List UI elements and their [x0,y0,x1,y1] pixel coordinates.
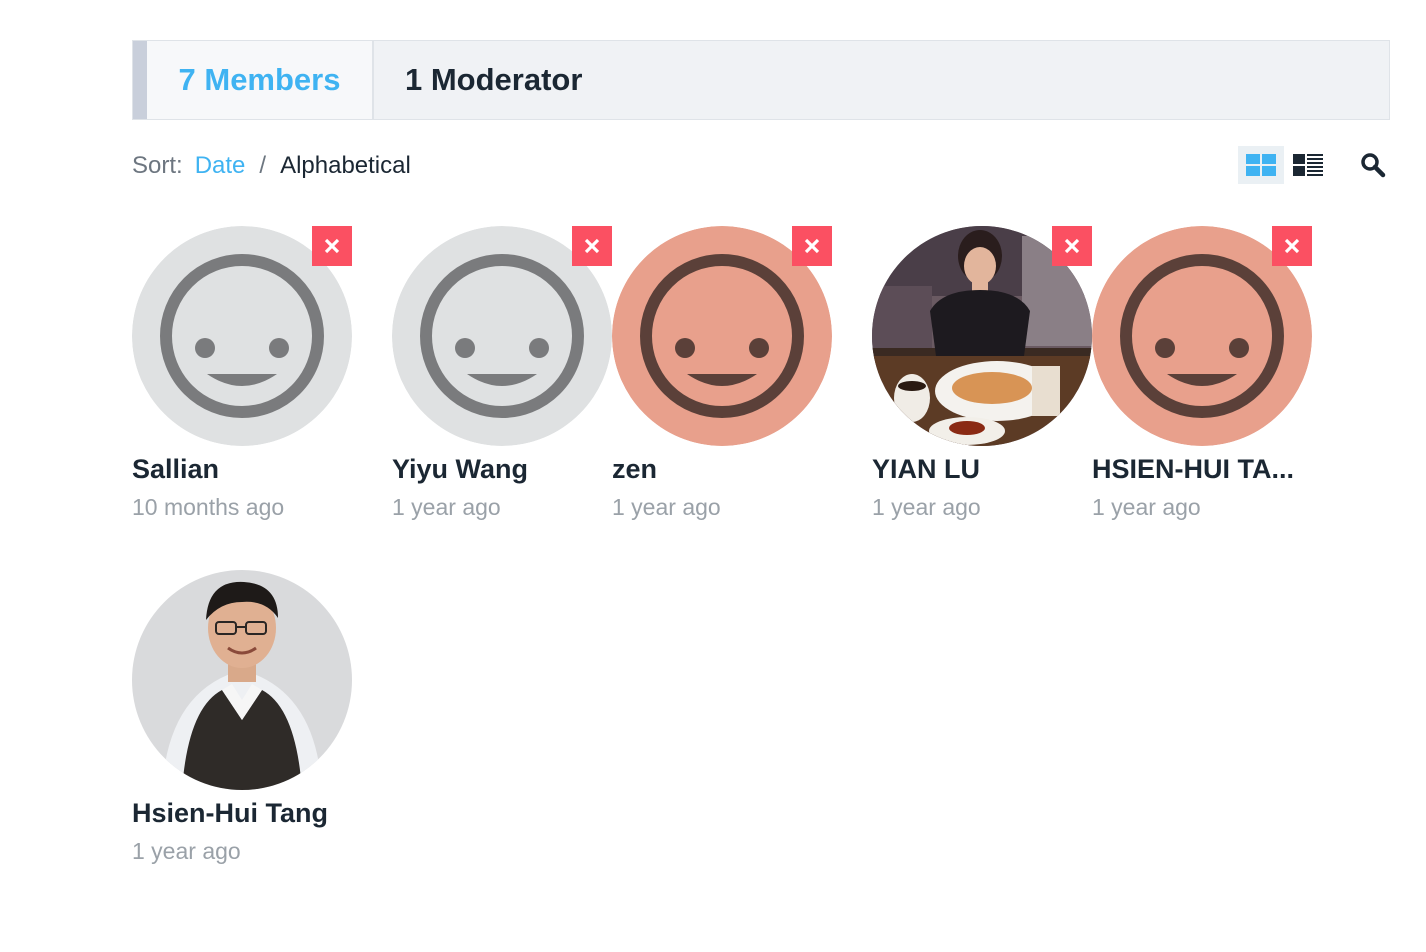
list-view-button[interactable] [1290,146,1326,184]
member-name[interactable]: Yiyu Wang [392,454,622,485]
remove-member-button[interactable] [792,226,832,266]
remove-member-button[interactable] [1052,226,1092,266]
member-name[interactable]: Sallian [132,454,362,485]
avatar-photo [132,570,352,790]
grid-view-button[interactable] [1238,146,1284,184]
member-name[interactable]: HSIEN-HUI TA... [1092,454,1312,485]
close-icon [804,238,820,254]
close-icon [324,238,340,254]
list-view-icon [1293,154,1323,176]
sort-date-link[interactable]: Date [195,152,246,180]
sort-label: Sort: [132,152,183,179]
tabs-accent-bar [133,41,147,119]
member-joined-time: 1 year ago [392,494,501,520]
member-tabs: 7 Members 1 Moderator [132,40,1390,120]
close-icon [1284,238,1300,254]
member-name[interactable]: zen [612,454,842,485]
tab-moderator[interactable]: 1 Moderator [405,41,582,119]
member-name[interactable]: YIAN LU [872,454,1102,485]
member-joined-time: 1 year ago [872,494,981,520]
close-icon [1064,238,1080,254]
remove-member-button[interactable] [1272,226,1312,266]
close-icon [584,238,600,254]
grid-view-icon [1246,154,1276,176]
sort-separator: / [259,152,267,179]
member-joined-time: 1 year ago [612,494,721,520]
member-joined-time: 1 year ago [1092,494,1201,520]
profile-photo [132,570,352,790]
sort-bar: Sort: Date / Alphabetical [132,150,411,182]
tab-members[interactable]: 7 Members [147,41,374,119]
remove-member-button[interactable] [572,226,612,266]
sort-alphabetical-link[interactable]: Alphabetical [280,152,411,180]
member-joined-time: 10 months ago [132,494,285,520]
search-icon [1361,153,1386,178]
member-joined-time: 1 year ago [132,838,241,864]
remove-member-button[interactable] [312,226,352,266]
search-button[interactable] [1356,148,1390,182]
member-name[interactable]: Hsien-Hui Tang [132,798,362,829]
